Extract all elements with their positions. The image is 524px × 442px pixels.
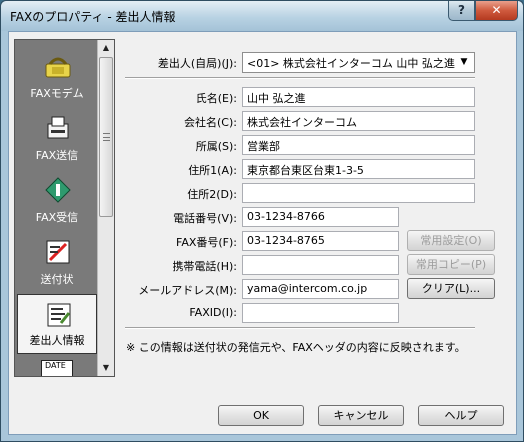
cancel-button[interactable]: キャンセル bbox=[318, 405, 404, 426]
nav-label: FAX送信 bbox=[35, 149, 79, 162]
common-settings-button[interactable]: 常用設定(O) bbox=[407, 230, 495, 251]
fax-receive-icon bbox=[45, 177, 71, 203]
title-help-button[interactable]: ? bbox=[448, 1, 475, 21]
common-copy-button[interactable]: 常用コピー(P) bbox=[407, 254, 495, 275]
divider bbox=[125, 77, 475, 79]
phone-label: 電話番号(V): bbox=[173, 212, 237, 225]
nav-item-fax-send[interactable]: FAX送信 bbox=[17, 108, 97, 168]
cover-sheet-icon bbox=[46, 240, 70, 264]
address1-label: 住所1(A): bbox=[188, 164, 237, 177]
dialog-client: FAXモデム FAX送信 FAX受信 送付状 差出人情報 DATE ▲ ▼ 差出… bbox=[8, 31, 517, 435]
nav-item-cover-sheet[interactable]: 送付状 bbox=[17, 232, 97, 292]
window-title: FAXのプロパティ - 差出人情報 bbox=[10, 10, 176, 24]
nav-label: 送付状 bbox=[40, 273, 74, 286]
fax-modem-icon bbox=[45, 57, 71, 78]
company-field[interactable]: 株式会社インターコム bbox=[242, 111, 475, 131]
nav-item-sender-info[interactable]: 差出人情報 bbox=[17, 294, 97, 354]
faxid-field[interactable] bbox=[242, 303, 399, 323]
sender-label: 差出人(自局)(J): bbox=[157, 57, 237, 70]
nav-item-fax-modem[interactable]: FAXモデム bbox=[17, 46, 97, 106]
title-close-button[interactable]: ✕ bbox=[475, 1, 518, 21]
nav-item-fax-receive[interactable]: FAX受信 bbox=[17, 170, 97, 230]
nav-label: FAXモデム bbox=[30, 87, 84, 100]
properties-window: FAXのプロパティ - 差出人情報 ? ✕ FAXモデム FAX送信 FAX受信… bbox=[0, 0, 524, 442]
sender-info-icon bbox=[47, 303, 71, 327]
fax-number-label: FAX番号(F): bbox=[176, 236, 237, 249]
mobile-field[interactable] bbox=[242, 255, 399, 275]
phone-field[interactable]: 03-1234-8766 bbox=[242, 207, 399, 227]
address2-label: 住所2(D): bbox=[187, 188, 237, 201]
name-label: 氏名(E): bbox=[195, 92, 237, 105]
nav-label: FAX受信 bbox=[35, 211, 79, 224]
divider bbox=[125, 327, 475, 329]
info-note: ※ この情報は送付状の発信元や、FAXヘッダの内容に反映されます。 bbox=[126, 341, 466, 354]
name-field[interactable]: 山中 弘之進 bbox=[242, 87, 475, 107]
fax-number-field[interactable]: 03-1234-8765 bbox=[242, 231, 399, 251]
sender-select-value: <01> 株式会社インターコム 山中 弘之進 bbox=[247, 57, 455, 70]
email-label: メールアドレス(M): bbox=[138, 284, 237, 297]
scroll-up-icon[interactable]: ▲ bbox=[98, 40, 114, 56]
chevron-down-icon[interactable]: ▼ bbox=[456, 54, 472, 71]
address1-field[interactable]: 東京都台東区台東1-3-5 bbox=[242, 159, 475, 179]
address2-field[interactable] bbox=[242, 183, 475, 203]
category-nav: FAXモデム FAX送信 FAX受信 送付状 差出人情報 DATE ▲ ▼ bbox=[14, 39, 115, 377]
date-icon: DATE bbox=[41, 360, 73, 376]
company-label: 会社名(C): bbox=[184, 116, 237, 129]
fax-send-icon bbox=[47, 116, 69, 139]
department-label: 所属(S): bbox=[195, 140, 237, 153]
nav-item-date[interactable]: DATE bbox=[17, 356, 97, 376]
mobile-label: 携帯電話(H): bbox=[172, 260, 237, 273]
title-bar: FAXのプロパティ - 差出人情報 ? ✕ bbox=[1, 1, 523, 31]
date-icon-label: DATE bbox=[45, 361, 66, 370]
sender-select[interactable]: <01> 株式会社インターコム 山中 弘之進 ▼ bbox=[242, 52, 475, 73]
faxid-label: FAXID(I): bbox=[189, 306, 237, 319]
ok-button[interactable]: OK bbox=[218, 405, 304, 426]
scroll-down-icon[interactable]: ▼ bbox=[98, 360, 114, 376]
help-button[interactable]: ヘルプ bbox=[418, 405, 504, 426]
clear-button[interactable]: クリア(L)... bbox=[407, 278, 495, 299]
email-field[interactable]: yama@intercom.co.jp bbox=[242, 279, 399, 299]
nav-label: 差出人情報 bbox=[29, 334, 85, 347]
department-field[interactable]: 営業部 bbox=[242, 135, 475, 155]
